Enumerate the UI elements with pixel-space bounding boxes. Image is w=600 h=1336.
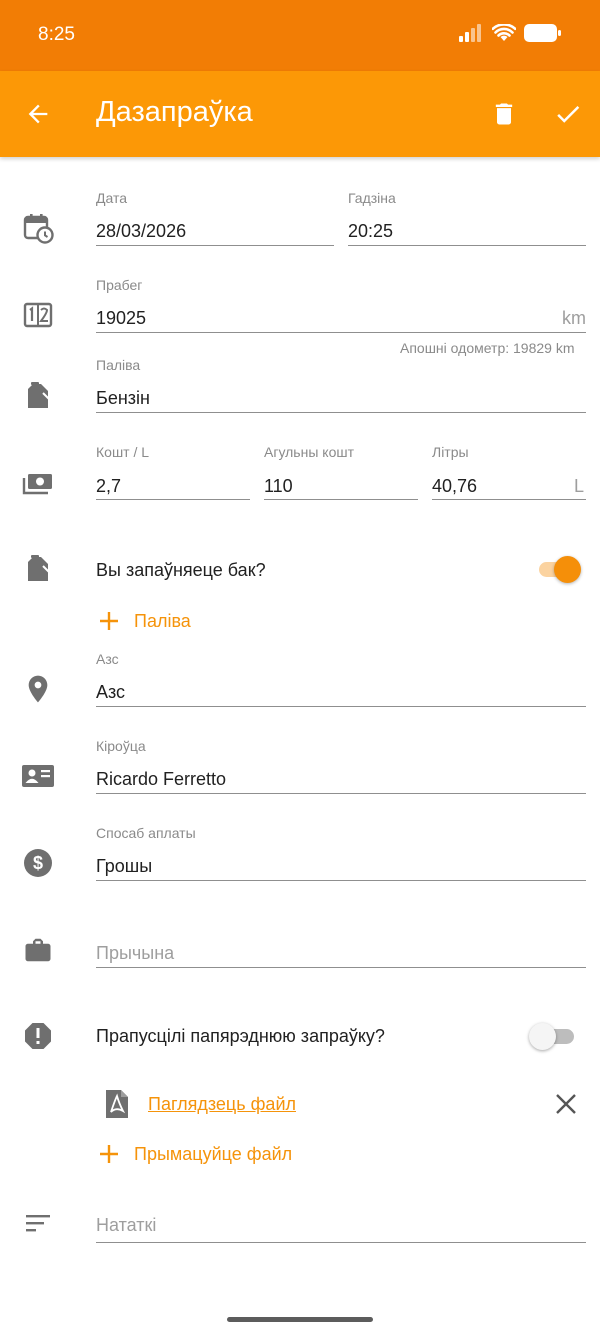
liters-underline: [432, 499, 586, 500]
odometer-icon: [22, 299, 54, 331]
delete-button[interactable]: [486, 96, 522, 132]
cost-per-liter-value[interactable]: 2,7: [96, 476, 121, 497]
location-pin-icon: [22, 673, 54, 705]
odometer-unit: km: [562, 308, 586, 328]
trash-icon: [495, 103, 513, 125]
plus-icon: [100, 1145, 118, 1163]
add-fuel-label: Паліва: [134, 610, 191, 631]
driver-underline: [96, 793, 586, 794]
odometer-underline: [96, 332, 586, 333]
pdf-file-icon: [102, 1088, 132, 1120]
notes-icon: [22, 1208, 54, 1240]
home-indicator[interactable]: [227, 1317, 373, 1322]
payment-value[interactable]: Грошы: [96, 856, 152, 877]
reason-field[interactable]: Прычына: [96, 912, 586, 970]
money-icon: [22, 468, 54, 500]
date-underline: [96, 245, 334, 246]
payment-label: Спосаб аплаты: [96, 825, 196, 841]
time-field[interactable]: Гадзіна 20:25: [348, 190, 586, 248]
station-underline: [96, 706, 586, 707]
view-file-link[interactable]: Паглядзець файл: [148, 1094, 296, 1115]
close-icon: [556, 1094, 576, 1114]
date-label: Дата: [96, 190, 128, 206]
liters-field[interactable]: Літры 40,76 L: [432, 444, 586, 502]
fuel-can-icon: [22, 553, 54, 585]
save-button[interactable]: [549, 96, 587, 132]
time-underline: [348, 245, 586, 246]
total-cost-field[interactable]: Агульны кошт 110: [264, 444, 418, 502]
status-bar: 8:25: [0, 0, 600, 71]
arrow-back-icon: [28, 104, 48, 124]
payment-underline: [96, 880, 586, 881]
alert-octagon-icon: [22, 1020, 54, 1052]
switch-thumb: [529, 1023, 556, 1050]
svg-text:$: $: [33, 853, 43, 873]
fuel-field[interactable]: Паліва Бензін: [96, 357, 586, 415]
status-icons: [458, 24, 562, 42]
page-title: Дазапраўка: [96, 96, 253, 128]
reason-underline: [96, 967, 586, 968]
calendar-clock-icon: [22, 212, 54, 244]
station-label: Азс: [96, 651, 119, 667]
total-cost-underline: [264, 499, 418, 500]
odometer-value[interactable]: 19025: [96, 308, 146, 329]
back-button[interactable]: [20, 96, 56, 132]
notes-field[interactable]: Нататкі: [96, 1186, 586, 1244]
driver-value[interactable]: Ricardo Ferretto: [96, 769, 226, 790]
dollar-circle-icon: $: [22, 847, 54, 879]
driver-field[interactable]: Кіроўца Ricardo Ferretto: [96, 738, 586, 796]
missed-fillup-switch[interactable]: [528, 1021, 576, 1053]
full-tank-switch[interactable]: [536, 553, 584, 585]
total-cost-value[interactable]: 110: [264, 476, 293, 497]
station-field[interactable]: Азс Азс: [96, 651, 586, 709]
reason-placeholder[interactable]: Прычына: [96, 943, 174, 964]
odometer-label: Прабег: [96, 277, 143, 293]
switch-thumb: [554, 556, 581, 583]
liters-label: Літры: [432, 444, 469, 460]
status-time: 8:25: [38, 24, 75, 45]
notes-underline: [96, 1242, 586, 1243]
driver-card-icon: [22, 760, 54, 792]
fuel-can-icon: [22, 380, 54, 412]
attach-file-button[interactable]: Прымацуйце файл: [98, 1143, 292, 1165]
check-icon: [557, 105, 580, 123]
date-field[interactable]: Дата 28/03/2026: [96, 190, 334, 248]
time-label: Гадзіна: [348, 190, 396, 206]
wifi-icon: [492, 24, 516, 41]
payment-field[interactable]: Спосаб аплаты Грошы: [96, 825, 586, 883]
driver-label: Кіроўца: [96, 738, 146, 754]
add-fuel-button[interactable]: Паліва: [98, 610, 191, 632]
station-value[interactable]: Азс: [96, 682, 125, 703]
total-cost-label: Агульны кошт: [264, 444, 354, 460]
liters-unit: L: [573, 476, 584, 496]
odometer-helper-text: Апошні одометр: 19829 km: [400, 340, 575, 356]
app-bar: Дазапраўка: [0, 71, 600, 157]
attach-file-label: Прымацуйце файл: [134, 1143, 293, 1164]
cost-per-liter-underline: [96, 499, 250, 500]
battery-icon: [524, 24, 561, 42]
cost-per-liter-label: Кошт / L: [96, 444, 150, 460]
briefcase-icon: [22, 934, 54, 966]
signal-icon: [459, 24, 481, 42]
missed-fillup-label: Прапусцілі папярэднюю запраўку?: [96, 1026, 385, 1046]
date-value[interactable]: 28/03/2026: [96, 221, 186, 242]
plus-icon: [100, 612, 118, 630]
cost-per-liter-field[interactable]: Кошт / L 2,7: [96, 444, 250, 502]
fuel-underline: [96, 412, 586, 413]
full-tank-label: Вы запаўняеце бак?: [96, 560, 266, 580]
remove-file-button[interactable]: [552, 1090, 580, 1118]
notes-placeholder[interactable]: Нататкі: [96, 1215, 156, 1236]
liters-value[interactable]: 40,76: [432, 476, 477, 497]
odometer-field[interactable]: Прабег 19025 km: [96, 277, 586, 335]
time-value[interactable]: 20:25: [348, 221, 393, 242]
fuel-value[interactable]: Бензін: [96, 388, 150, 409]
fuel-label: Паліва: [96, 357, 141, 373]
